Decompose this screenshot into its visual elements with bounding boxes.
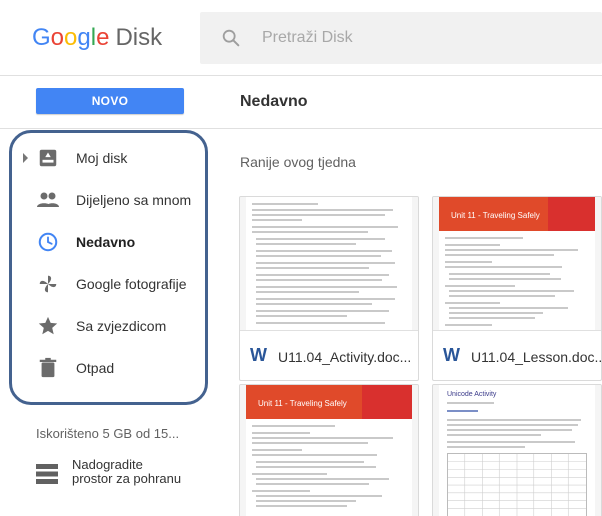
file-card[interactable]: W U11.04_Activity.doc... (239, 196, 419, 381)
storage-bars-icon (36, 464, 58, 484)
file-thumbnail (240, 197, 418, 331)
file-thumbnail: Unit 11 - Traveling Safely (433, 197, 601, 331)
sidebar-item-my-drive[interactable]: Moj disk (0, 138, 200, 178)
google-disk-logo[interactable]: Google Disk (32, 24, 162, 54)
search-icon[interactable] (220, 27, 242, 49)
file-card[interactable]: Unit 11 - Traveling Safely (239, 384, 419, 516)
expand-caret-icon[interactable] (23, 153, 28, 163)
file-footer: W U11.04_Lesson.doc... (433, 332, 602, 380)
document-preview: Unicode Activity (439, 385, 595, 516)
upgrade-label-line2: prostor za pohranu (72, 471, 182, 486)
sidebar-item-label: Moj disk (76, 150, 128, 166)
section-heading: Ranije ovog tjedna (240, 154, 356, 170)
sidebar-item-label: Nedavno (76, 234, 136, 250)
file-footer: W U11.04_Activity.doc... (240, 332, 418, 380)
logo-letter-o1: o (50, 24, 65, 51)
search-input[interactable] (262, 12, 582, 64)
upgrade-storage-link[interactable]: Nadogradite prostor za pohranu (36, 458, 206, 492)
file-thumbnail: Unicode Activity (433, 385, 601, 516)
file-name: U11.04_Lesson.doc... (471, 349, 602, 365)
document-preview: Unit 11 - Traveling Safely (439, 197, 595, 330)
new-button[interactable]: NOVO (36, 88, 184, 114)
logo-letter-o2: o (64, 24, 78, 51)
drive-icon (36, 146, 60, 170)
file-thumbnail: Unit 11 - Traveling Safely (240, 385, 418, 516)
sidebar-item-label: Dijeljeno sa mnom (76, 192, 192, 208)
banner-title: Unit 11 - Traveling Safely (451, 211, 540, 220)
doc-heading: Unicode Activity (447, 391, 497, 398)
banner-title: Unit 11 - Traveling Safely (258, 399, 347, 408)
file-name: U11.04_Activity.doc... (278, 349, 412, 365)
logo-letter-e: e (96, 24, 110, 51)
lesson-banner: Unit 11 - Traveling Safely (439, 197, 595, 231)
lesson-banner: Unit 11 - Traveling Safely (246, 385, 412, 419)
upgrade-label: Nadogradite prostor za pohranu (72, 458, 181, 486)
sidebar-item-label: Google fotografije (76, 276, 187, 292)
sidebar-item-trash[interactable]: Otpad (0, 348, 200, 388)
upgrade-label-line1: Nadogradite (72, 457, 143, 472)
sidebar-item-google-photos[interactable]: Google fotografije (0, 264, 200, 304)
document-preview: Unit 11 - Traveling Safely (246, 385, 412, 516)
trash-icon (36, 356, 60, 380)
logo-letter-g2: g (77, 24, 91, 51)
sidebar-item-starred[interactable]: Sa zvjezdicom (0, 306, 200, 346)
file-card[interactable]: Unit 11 - Traveling Safely W U11.04_Less… (432, 196, 602, 381)
sidebar-item-recent[interactable]: Nedavno (0, 222, 200, 262)
document-preview (246, 197, 412, 330)
star-icon (36, 314, 60, 338)
sidebar-item-shared[interactable]: Dijeljeno sa mnom (0, 180, 200, 220)
sidebar-item-label: Sa zvjezdicom (76, 318, 167, 334)
photos-pinwheel-icon (36, 272, 60, 296)
people-icon (36, 188, 60, 212)
word-icon: W (443, 345, 460, 365)
word-icon: W (250, 345, 267, 365)
top-bar: Google Disk (0, 0, 602, 76)
sidebar-item-label: Otpad (76, 360, 115, 376)
character-table (447, 453, 587, 516)
file-card[interactable]: Unicode Activity (432, 384, 602, 516)
page-title: Nedavno (240, 93, 308, 110)
clock-icon (36, 230, 60, 254)
product-name: Disk (115, 24, 163, 51)
storage-usage: Iskorišteno 5 GB od 15... (36, 426, 180, 441)
logo-letter-g1: G (32, 24, 51, 51)
search-box[interactable] (200, 12, 602, 64)
